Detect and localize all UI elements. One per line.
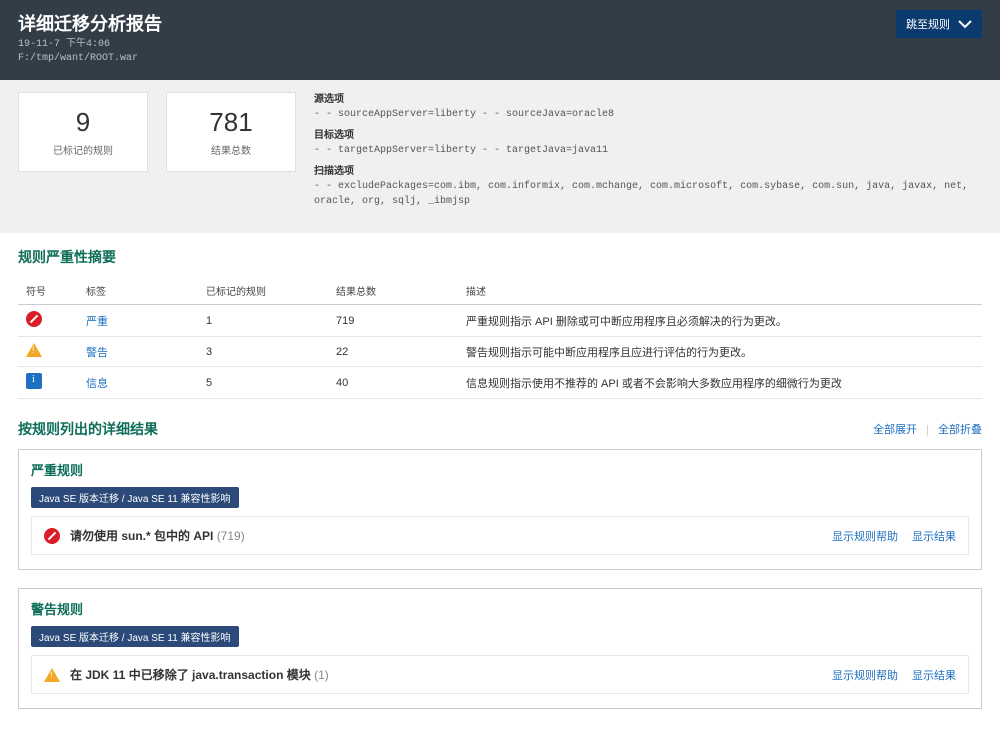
- cell-tag: 严重: [78, 305, 198, 337]
- stat-flagged-rules: 9 已标记的规则: [18, 92, 148, 172]
- rule-group-title: 警告规则: [31, 599, 969, 618]
- rule-item: 请勿使用 sun.* 包中的 API (719) 显示规则帮助 显示结果: [31, 516, 969, 555]
- app-header: 详细迁移分析报告 19-11-7 下午4:06 F:/tmp/want/ROOT…: [0, 0, 1000, 80]
- rule-group-title: 严重规则: [31, 460, 969, 479]
- target-options-value: - - targetAppServer=liberty - - targetJa…: [314, 143, 982, 158]
- expand-collapse-links: 全部展开 | 全部折叠: [873, 421, 982, 437]
- stat-label: 结果总数: [211, 142, 251, 157]
- table-row: 警告 322警告规则指示可能中断应用程序且应进行评估的行为更改。: [18, 337, 982, 367]
- cell-symbol: [18, 367, 78, 399]
- cell-symbol: [18, 337, 78, 367]
- col-desc: 描述: [458, 277, 982, 305]
- table-row: 严重 1719严重规则指示 API 删除或可中断应用程序且必须解决的行为更改。: [18, 305, 982, 337]
- rule-item-count: (719): [217, 529, 245, 543]
- scan-options: 扫描选项 - - excludePackages=com.ibm, com.in…: [314, 164, 982, 209]
- cell-flagged: 1: [198, 305, 328, 337]
- scan-options-value: - - excludePackages=com.ibm, com.informi…: [314, 179, 982, 209]
- source-options-value: - - sourceAppServer=liberty - - sourceJa…: [314, 107, 982, 122]
- cell-desc: 信息规则指示使用不推荐的 API 或者不会影响大多数应用程序的细微行为更改: [458, 367, 982, 399]
- rule-group: 严重规则 Java SE 版本迁移 / Java SE 11 兼容性影响请勿使用 …: [18, 449, 982, 570]
- cell-results: 719: [328, 305, 458, 337]
- divider: |: [926, 424, 929, 436]
- table-row: 信息 540信息规则指示使用不推荐的 API 或者不会影响大多数应用程序的细微行为…: [18, 367, 982, 399]
- stat-label: 已标记的规则: [53, 142, 113, 157]
- rule-item-title: 在 JDK 11 中已移除了 java.transaction 模块 (1): [70, 666, 329, 683]
- cell-tag: 信息: [78, 367, 198, 399]
- severe-icon: [44, 528, 60, 544]
- cell-tag: 警告: [78, 337, 198, 367]
- report-filepath: F:/tmp/want/ROOT.war: [18, 52, 162, 66]
- rule-item-left: 在 JDK 11 中已移除了 java.transaction 模块 (1): [44, 666, 329, 683]
- show-results-link[interactable]: 显示结果: [912, 670, 956, 682]
- rule-item-left: 请勿使用 sun.* 包中的 API (719): [44, 527, 245, 544]
- header-left: 详细迁移分析报告 19-11-7 下午4:06 F:/tmp/want/ROOT…: [18, 10, 162, 66]
- jump-to-rule-label: 跳至规则: [906, 16, 950, 32]
- target-options: 目标选项 - - targetAppServer=liberty - - tar…: [314, 128, 982, 158]
- severity-link[interactable]: 严重: [86, 316, 108, 328]
- info-icon: [26, 373, 42, 389]
- show-rule-help-link[interactable]: 显示规则帮助: [832, 670, 898, 682]
- severity-link[interactable]: 信息: [86, 378, 108, 390]
- cell-flagged: 5: [198, 367, 328, 399]
- stat-number: 781: [209, 107, 252, 138]
- jump-to-rule-button[interactable]: 跳至规则: [896, 10, 982, 38]
- show-rule-help-link[interactable]: 显示规则帮助: [832, 531, 898, 543]
- target-options-title: 目标选项: [314, 128, 982, 143]
- chevron-down-icon: [958, 16, 972, 32]
- expand-all-link[interactable]: 全部展开: [873, 424, 917, 436]
- col-flagged: 已标记的规则: [198, 277, 328, 305]
- detail-section-title: 按规则列出的详细结果: [18, 419, 158, 439]
- report-timestamp: 19-11-7 下午4:06: [18, 38, 162, 52]
- severity-table: 符号 标签 已标记的规则 结果总数 描述 严重 1719严重规则指示 API 删除…: [18, 277, 982, 399]
- stat-number: 9: [76, 107, 90, 138]
- collapse-all-link[interactable]: 全部折叠: [938, 424, 982, 436]
- col-tag: 标签: [78, 277, 198, 305]
- rule-actions: 显示规则帮助 显示结果: [818, 667, 956, 683]
- col-symbol: 符号: [18, 277, 78, 305]
- source-options: 源选项 - - sourceAppServer=liberty - - sour…: [314, 92, 982, 122]
- stat-total-results: 781 结果总数: [166, 92, 296, 172]
- col-results: 结果总数: [328, 277, 458, 305]
- cell-desc: 严重规则指示 API 删除或可中断应用程序且必须解决的行为更改。: [458, 305, 982, 337]
- severity-link[interactable]: 警告: [86, 347, 108, 359]
- warning-icon: [26, 343, 42, 357]
- content-area: 规则严重性摘要 符号 标签 已标记的规则 结果总数 描述 严重 1719严重规则指…: [0, 233, 1000, 741]
- rule-actions: 显示规则帮助 显示结果: [818, 528, 956, 544]
- severe-icon: [26, 311, 42, 327]
- rule-item-title: 请勿使用 sun.* 包中的 API (719): [70, 527, 245, 544]
- rule-category-tag: Java SE 版本迁移 / Java SE 11 兼容性影响: [31, 626, 239, 647]
- severity-section-title: 规则严重性摘要: [18, 247, 982, 267]
- warning-icon: [44, 668, 60, 682]
- rule-group: 警告规则 Java SE 版本迁移 / Java SE 11 兼容性影响在 JDK…: [18, 588, 982, 709]
- rule-category-tag: Java SE 版本迁移 / Java SE 11 兼容性影响: [31, 487, 239, 508]
- cell-results: 22: [328, 337, 458, 367]
- cell-desc: 警告规则指示可能中断应用程序且应进行评估的行为更改。: [458, 337, 982, 367]
- cell-symbol: [18, 305, 78, 337]
- summary-row: 9 已标记的规则 781 结果总数 源选项 - - sourceAppServe…: [0, 80, 1000, 233]
- rule-item-count: (1): [314, 668, 329, 682]
- cell-flagged: 3: [198, 337, 328, 367]
- rule-item: 在 JDK 11 中已移除了 java.transaction 模块 (1) 显示…: [31, 655, 969, 694]
- cell-results: 40: [328, 367, 458, 399]
- scan-options-title: 扫描选项: [314, 164, 982, 179]
- page-title: 详细迁移分析报告: [18, 10, 162, 36]
- detail-header: 按规则列出的详细结果 全部展开 | 全部折叠: [18, 419, 982, 439]
- source-options-title: 源选项: [314, 92, 982, 107]
- options-column: 源选项 - - sourceAppServer=liberty - - sour…: [314, 92, 982, 215]
- show-results-link[interactable]: 显示结果: [912, 531, 956, 543]
